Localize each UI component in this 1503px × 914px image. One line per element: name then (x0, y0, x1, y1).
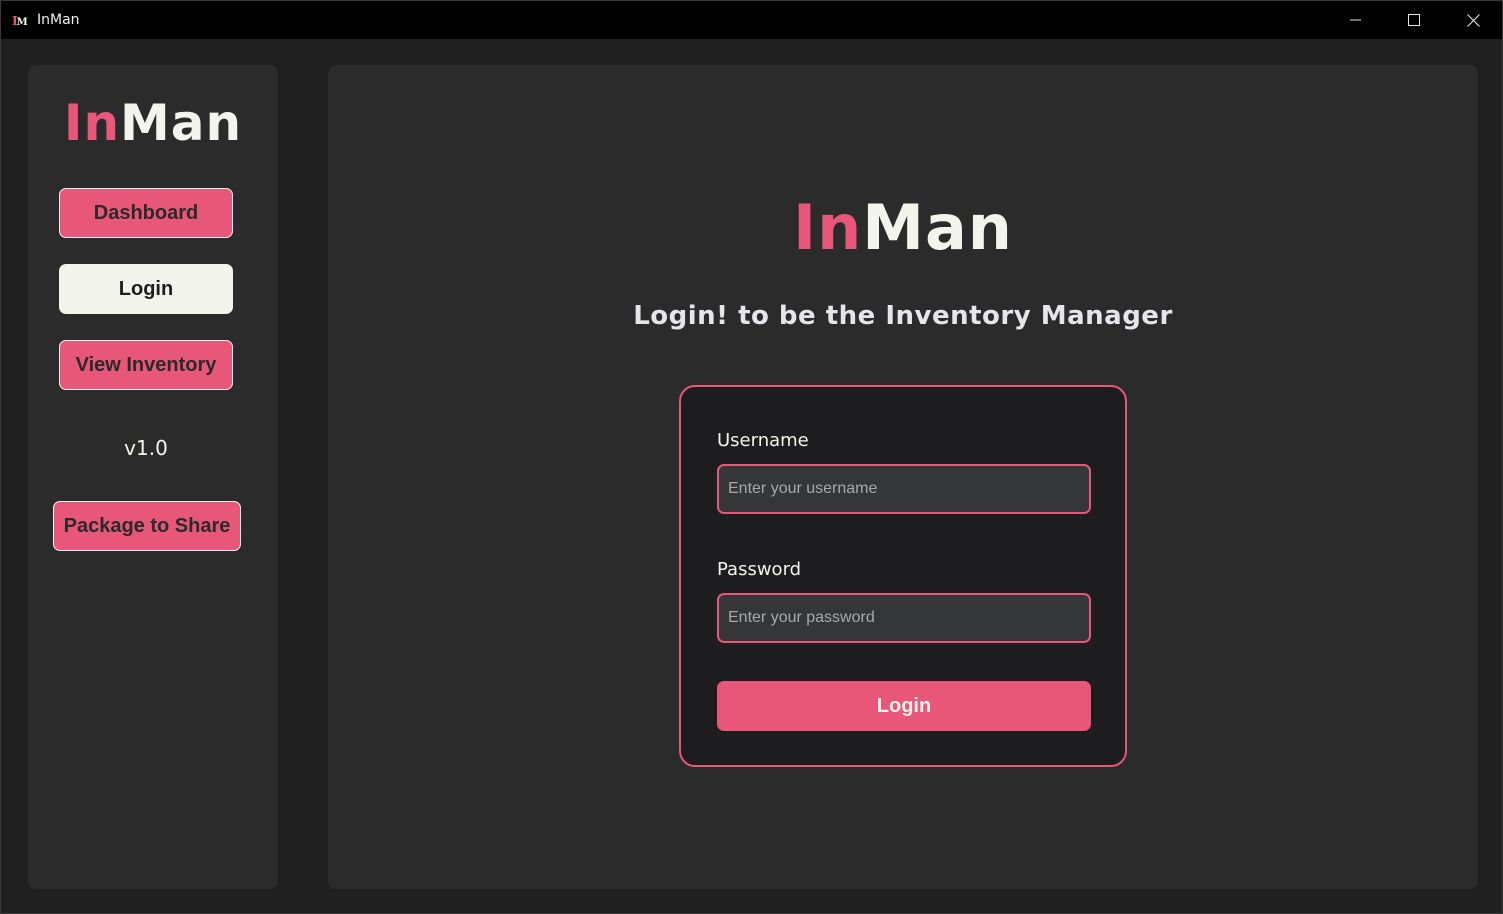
maximize-icon (1408, 14, 1420, 26)
view-inventory-button[interactable]: View Inventory (59, 340, 233, 390)
close-icon (1466, 13, 1480, 27)
dashboard-button[interactable]: Dashboard (59, 188, 233, 238)
username-label: Username (717, 430, 809, 451)
main-logo: InMan (793, 191, 1013, 264)
package-to-share-button[interactable]: Package to Share (53, 501, 241, 551)
login-submit-button[interactable]: Login (717, 681, 1091, 731)
minimize-icon (1350, 19, 1361, 21)
minimize-button[interactable] (1327, 1, 1385, 39)
password-input[interactable] (717, 593, 1091, 643)
app-logo-icon: IM (12, 14, 28, 28)
login-nav-button[interactable]: Login (59, 264, 233, 314)
window-title: InMan (37, 12, 80, 28)
username-input[interactable] (717, 464, 1091, 514)
page-subtitle: Login! to be the Inventory Manager (633, 301, 1173, 331)
maximize-button[interactable] (1385, 1, 1443, 39)
close-button[interactable] (1444, 1, 1502, 39)
login-form-card: Username Password Login (679, 385, 1127, 767)
version-label: v1.0 (124, 436, 168, 460)
main-panel: InMan Login! to be the Inventory Manager… (328, 65, 1478, 889)
app-window: IM InMan InMan Dashboard Login View Inve… (0, 0, 1503, 914)
sidebar: InMan Dashboard Login View Inventory v1.… (28, 65, 278, 889)
title-bar: IM InMan (1, 1, 1502, 39)
sidebar-logo: InMan (63, 94, 243, 152)
password-label: Password (717, 559, 802, 580)
